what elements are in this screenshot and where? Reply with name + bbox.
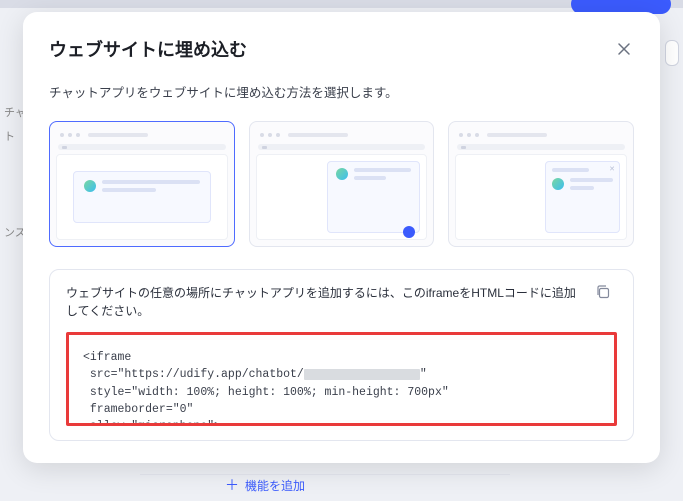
iframe-code-block[interactable]: <iframe src="https://udify.app/chatbot/"… bbox=[66, 332, 617, 426]
avatar-icon bbox=[552, 178, 564, 190]
embed-option-bubble[interactable] bbox=[249, 121, 435, 247]
option-preview-body bbox=[256, 154, 428, 240]
copy-icon bbox=[595, 284, 611, 300]
modal-subtitle: チャットアプリをウェブサイトに埋め込む方法を選択します。 bbox=[49, 82, 634, 101]
redacted-token bbox=[304, 369, 420, 380]
code-description: ウェブサイトの任意の場所にチャットアプリを追加するには、このiframeをHTM… bbox=[66, 284, 583, 320]
embed-option-full-page[interactable] bbox=[49, 121, 235, 247]
copy-button[interactable] bbox=[595, 284, 617, 306]
modal-header: ウェブサイトに埋め込む bbox=[49, 36, 634, 62]
panel-close-icon: ✕ bbox=[609, 165, 615, 173]
add-feature-label: 機能を追加 bbox=[245, 477, 305, 494]
embed-option-side-panel[interactable]: ✕ bbox=[448, 121, 634, 247]
close-button[interactable] bbox=[614, 39, 634, 59]
side-toggle[interactable] bbox=[665, 40, 679, 66]
bubble-badge-icon bbox=[403, 226, 415, 238]
browser-chrome-dots bbox=[256, 128, 428, 142]
browser-chrome-dots bbox=[56, 128, 228, 142]
plus-icon: ＋ bbox=[225, 475, 239, 495]
background-divider bbox=[140, 474, 510, 475]
avatar-icon bbox=[84, 180, 96, 192]
browser-address-bar bbox=[457, 144, 625, 150]
add-feature-button[interactable]: ＋ 機能を追加 bbox=[225, 475, 305, 495]
avatar-icon bbox=[336, 168, 348, 180]
browser-chrome-dots bbox=[455, 128, 627, 142]
option-preview-body: ✕ bbox=[455, 154, 627, 240]
modal-title: ウェブサイトに埋め込む bbox=[49, 36, 247, 62]
embed-options-row: ✕ bbox=[49, 121, 634, 247]
browser-address-bar bbox=[258, 144, 426, 150]
embed-modal: ウェブサイトに埋め込む チャットアプリをウェブサイトに埋め込む方法を選択します。 bbox=[23, 12, 660, 463]
option-preview-body bbox=[56, 154, 228, 240]
browser-address-bar bbox=[58, 144, 226, 150]
close-icon bbox=[617, 42, 631, 56]
code-section: ウェブサイトの任意の場所にチャットアプリを追加するには、このiframeをHTM… bbox=[49, 269, 634, 441]
